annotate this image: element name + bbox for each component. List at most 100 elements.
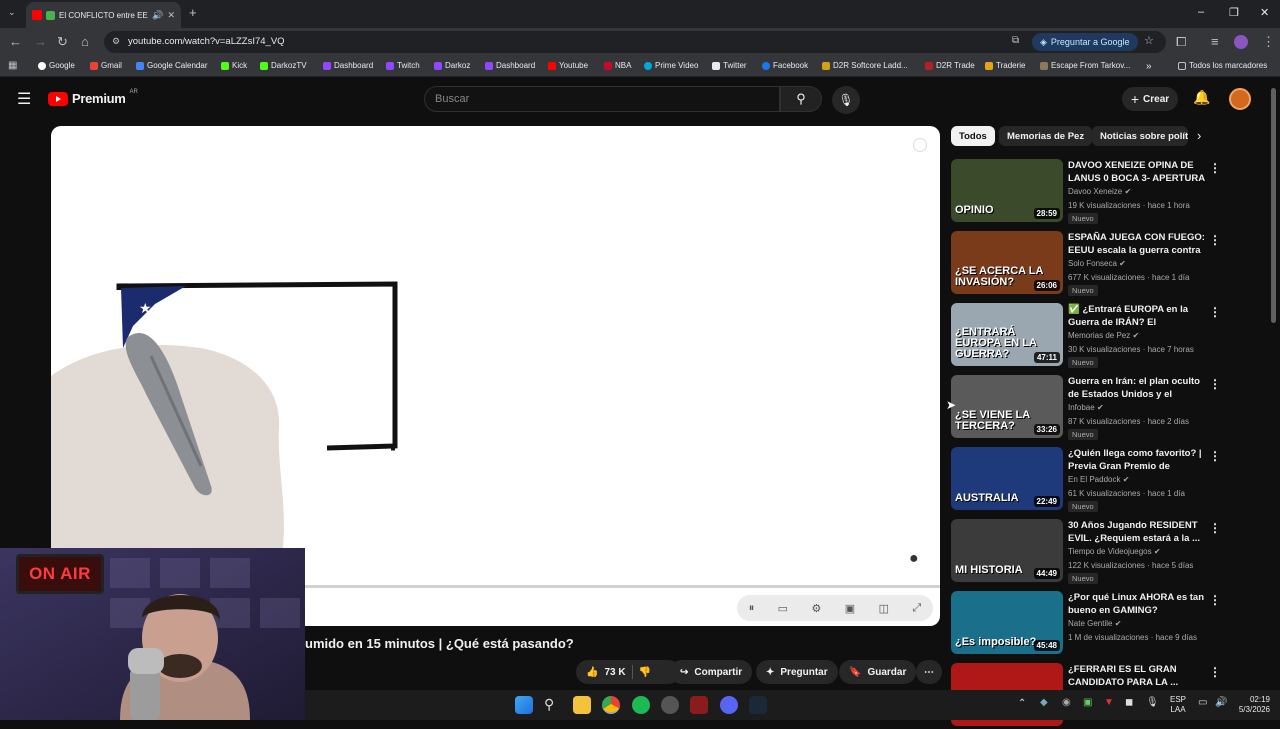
more-options-icon[interactable]: ⋮: [1209, 233, 1221, 247]
close-tab-icon[interactable]: ✕: [167, 10, 175, 21]
language-indicator[interactable]: ESP LAA: [1170, 695, 1186, 715]
menu-dots-icon[interactable]: ⋮: [1262, 34, 1275, 50]
video-thumbnail[interactable]: OPINIO 28:59: [951, 159, 1063, 222]
chip-memorias-de-pez[interactable]: Memorias de Pez: [999, 126, 1093, 146]
recommendation-title[interactable]: ¿Quién llega como favorito? | Previa Gra…: [1068, 447, 1205, 473]
recommendation-item[interactable]: ¿SE ACERCA LA INVASIÓN? 26:06 ESPAÑA JUE…: [951, 231, 1221, 297]
tray-app-icon[interactable]: ▼: [1104, 697, 1114, 708]
forward-icon[interactable]: →: [34, 34, 47, 50]
ask-button[interactable]: ✦ Preguntar: [756, 660, 838, 684]
save-button[interactable]: 🔖 Guardar: [839, 660, 917, 684]
bookmark-item[interactable]: NBA: [604, 61, 631, 70]
recommendation-channel[interactable]: Tiempo de Videojuegos ✔: [1068, 547, 1161, 556]
more-options-icon[interactable]: ⋮: [1209, 449, 1221, 463]
tab-search-icon[interactable]: ⌄: [8, 7, 16, 18]
more-bookmarks-icon[interactable]: »: [1146, 61, 1152, 72]
video-thumbnail[interactable]: ¿ENTRARÁ EUROPA EN LA GUERRA? 47:11: [951, 303, 1063, 366]
bookmark-item[interactable]: Escape From Tarkov...: [1040, 61, 1130, 70]
chrome-icon[interactable]: [602, 696, 620, 714]
bookmark-item[interactable]: Dashboard: [323, 61, 373, 70]
tray-app-icon[interactable]: ▣: [1083, 697, 1092, 708]
back-icon[interactable]: ←: [9, 34, 22, 50]
miniplayer-icon[interactable]: ▣: [845, 602, 855, 615]
share-button[interactable]: ↪ Compartir: [670, 660, 753, 684]
tray-app-icon[interactable]: ◆: [1040, 697, 1048, 708]
video-thumbnail[interactable]: ¿SE VIENE LA TERCERA? 33:26: [951, 375, 1063, 438]
video-thumbnail[interactable]: AUSTRALIA 22:49: [951, 447, 1063, 510]
bookmark-item[interactable]: Twitch: [386, 61, 420, 70]
more-options-icon[interactable]: ⋮: [1209, 593, 1221, 607]
speaker-icon[interactable]: 🔊: [152, 10, 163, 21]
bookmark-item[interactable]: Prime Video: [644, 61, 698, 70]
recommendation-channel[interactable]: Davoo Xeneize ✔: [1068, 187, 1131, 196]
bookmark-item[interactable]: Kick: [221, 61, 247, 70]
chip-all[interactable]: Todos: [951, 126, 995, 146]
more-options-icon[interactable]: ⋮: [1209, 377, 1221, 391]
reload-icon[interactable]: ↻: [57, 34, 68, 50]
recommendation-title[interactable]: ESPAÑA JUEGA CON FUEGO: EEUU escala la g…: [1068, 231, 1205, 257]
recommendation-item[interactable]: AUSTRALIA 22:49 ¿Quién llega como favori…: [951, 447, 1221, 513]
recommendation-channel[interactable]: En El Paddock ✔: [1068, 475, 1129, 484]
recommendation-channel[interactable]: Nate Gentile ✔: [1068, 619, 1121, 628]
channel-watermark-icon[interactable]: ●: [909, 550, 919, 568]
tray-mic-icon[interactable]: 🎙: [1146, 697, 1159, 708]
recommendation-channel[interactable]: Memorias de Pez ✔: [1068, 331, 1139, 340]
tray-overflow-icon[interactable]: ⌃: [1018, 698, 1026, 709]
create-button[interactable]: + Crear: [1122, 87, 1178, 111]
info-icon[interactable]: [913, 138, 927, 152]
more-options-icon[interactable]: ⋮: [1209, 305, 1221, 319]
apps-grid-icon[interactable]: ▦: [8, 60, 17, 71]
fullscreen-icon[interactable]: ⤢: [912, 602, 921, 615]
recommendation-item[interactable]: ¿Es imposible? 45:48 ¿Por qué Linux AHOR…: [951, 591, 1221, 657]
settings-icon[interactable]: ⚙: [811, 602, 821, 615]
spotify-icon[interactable]: [632, 696, 650, 714]
tray-app-icon[interactable]: ◉: [1062, 697, 1071, 708]
file-explorer-icon[interactable]: [573, 696, 591, 714]
minimize-icon[interactable]: –: [1198, 6, 1204, 18]
search-input[interactable]: Buscar: [424, 86, 780, 112]
bookmark-item[interactable]: Dashboard: [485, 61, 535, 70]
recommendation-item[interactable]: ¿SE VIENE LA TERCERA? 33:26 Guerra en Ir…: [951, 375, 1221, 441]
more-actions-button[interactable]: ⋯: [916, 660, 942, 684]
recommendation-title[interactable]: ✅ ¿Entrará EUROPA en la Guerra de IRÁN? …: [1068, 303, 1205, 329]
media-control-icon[interactable]: ≡: [1211, 34, 1219, 50]
account-avatar[interactable]: [1229, 88, 1251, 110]
bookmark-item[interactable]: Facebook: [762, 61, 808, 70]
bookmark-item[interactable]: Darkoz: [434, 61, 470, 70]
network-icon[interactable]: ▭: [1198, 697, 1207, 708]
recommendation-title[interactable]: ¿Por qué Linux AHORA es tan bueno en GAM…: [1068, 591, 1205, 617]
chevron-right-icon[interactable]: ›: [1197, 128, 1201, 143]
close-window-icon[interactable]: ✕: [1260, 6, 1269, 19]
home-icon[interactable]: ⌂: [81, 34, 89, 50]
recommendation-channel[interactable]: Solo Fonseca ✔: [1068, 259, 1126, 268]
video-thumbnail[interactable]: MI HISTORIA 44:49: [951, 519, 1063, 582]
youtube-logo[interactable]: Premium AR: [48, 89, 138, 106]
chip-noticias[interactable]: Noticias sobre polít: [1092, 126, 1188, 146]
windows-start-icon[interactable]: [515, 696, 533, 714]
bookmark-item[interactable]: Gmail: [90, 61, 122, 70]
dislike-button[interactable]: 👎: [639, 667, 651, 678]
volume-icon[interactable]: 🔊: [1215, 697, 1227, 708]
recommendation-title[interactable]: ¿FERRARI ES EL GRAN CANDIDATO PARA LA ..…: [1068, 663, 1205, 689]
bookmark-item[interactable]: Traderie: [985, 61, 1026, 70]
discord-icon[interactable]: [720, 696, 738, 714]
subtitles-icon[interactable]: ▭: [778, 602, 788, 615]
obs-icon[interactable]: [661, 696, 679, 714]
video-thumbnail[interactable]: ¿Es imposible? 45:48: [951, 591, 1063, 654]
url-text[interactable]: youtube.com/watch?v=aLZZsI74_VQ: [128, 36, 285, 47]
notifications-bell-icon[interactable]: 🔔: [1193, 89, 1210, 106]
recommendation-title[interactable]: 30 Años Jugando RESIDENT EVIL. ¿Requiem …: [1068, 519, 1205, 545]
all-bookmarks-folder[interactable]: Todos los marcadores: [1178, 61, 1267, 70]
voice-search-button[interactable]: 🎙: [832, 86, 860, 114]
more-options-icon[interactable]: ⋮: [1209, 665, 1221, 679]
site-info-icon[interactable]: ⚙: [112, 36, 120, 47]
recommendation-title[interactable]: Guerra en Irán: el plan oculto de Estado…: [1068, 375, 1205, 401]
bookmark-item[interactable]: Google: [38, 61, 75, 70]
ask-google-button[interactable]: ◈ Preguntar a Google: [1032, 33, 1138, 51]
extensions-icon[interactable]: ⧠: [1176, 34, 1186, 50]
new-tab-icon[interactable]: +: [189, 5, 197, 20]
profile-avatar[interactable]: [1234, 35, 1248, 49]
pause-icon[interactable]: ⏸: [749, 602, 755, 615]
address-bar[interactable]: ⚙ youtube.com/watch?v=aLZZsI74_VQ ⧉ ◈ Pr…: [104, 31, 1166, 53]
tray-app-icon[interactable]: ◼: [1125, 697, 1133, 708]
